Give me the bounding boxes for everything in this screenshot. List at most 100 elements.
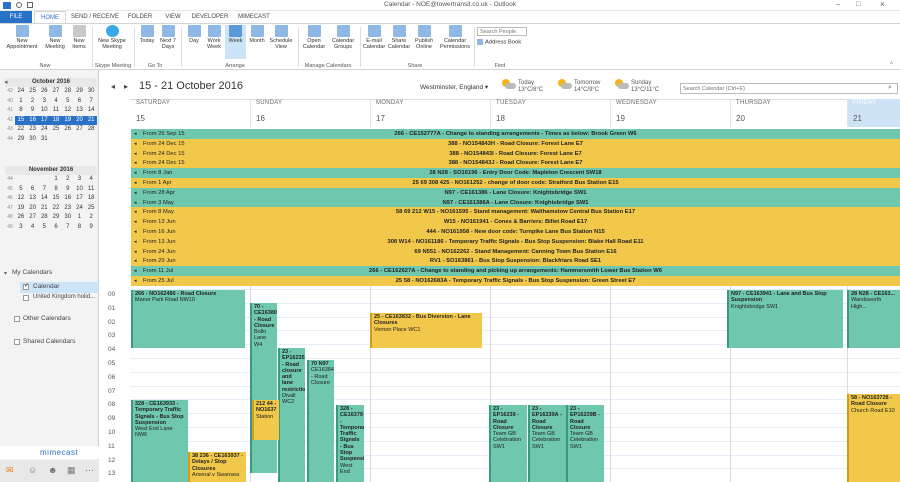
day-cell[interactable]: 9 (27, 106, 39, 116)
other-calendars-checkbox[interactable] (14, 316, 20, 322)
day-cell[interactable]: 6 (74, 97, 86, 107)
day-cell[interactable]: 4 (85, 175, 97, 185)
day-cell[interactable]: 26 (15, 213, 27, 223)
day-cell[interactable]: 4 (50, 97, 62, 107)
day-cell[interactable]: 5 (15, 185, 27, 195)
day-cell[interactable] (15, 175, 27, 185)
calendar-permissions-button[interactable]: Calendar Permissions (438, 25, 472, 50)
day-cell[interactable]: 25 (27, 87, 39, 97)
day-cell[interactable]: 20 (27, 204, 39, 214)
day-number[interactable]: 20 (736, 114, 745, 123)
day-number[interactable]: 17 (376, 114, 385, 123)
day-cell[interactable]: 22 (15, 125, 27, 135)
day-cell[interactable] (27, 175, 39, 185)
day-cell[interactable]: 10 (74, 185, 86, 195)
day-cell[interactable]: 24 (38, 125, 50, 135)
share-calendar-button[interactable]: Share Calendar (387, 25, 411, 50)
day-cell[interactable]: 7 (62, 223, 74, 233)
all-day-event[interactable]: ◂ From 24 Dec 15 388 - NO154843I - Road Cl… (131, 148, 900, 159)
day-view-button[interactable]: Day (184, 25, 204, 44)
day-header-friday[interactable]: FRIDAY (853, 100, 876, 109)
tab-home[interactable]: HOME (34, 11, 66, 23)
day-cell[interactable]: 6 (27, 185, 39, 195)
shared-calendars-checkbox[interactable] (14, 339, 20, 345)
week-view-button[interactable]: Week (225, 25, 246, 59)
all-day-event[interactable]: ◂ From 28 Apr N97 - CE161386 - Lane Closur… (131, 187, 900, 198)
all-day-event[interactable]: ◂ From 13 Jun W15 - NO161941 - Cones & Bar… (131, 217, 900, 228)
all-day-event[interactable]: ◂ From 8 Jan 28 N28 - SO16196 - Entry Door… (131, 168, 900, 179)
day-cell[interactable]: 16 (62, 194, 74, 204)
day-header-tuesday[interactable]: TUESDAY (496, 100, 526, 109)
expand-icon[interactable]: ▾ (4, 270, 7, 277)
contacts-icon[interactable]: ☻ (48, 465, 57, 475)
work-week-view-button[interactable]: Work Week (204, 25, 224, 50)
day-cell[interactable]: 21 (85, 115, 98, 125)
day-cell[interactable]: 7 (85, 97, 97, 107)
day-cell[interactable]: 8 (74, 223, 86, 233)
search-icon[interactable]: ⌕ (888, 84, 892, 92)
maximize-icon[interactable]: □ (856, 1, 860, 8)
all-day-event[interactable]: ◂ From 26 Sep 15 266 - CE152777A - Change … (131, 129, 900, 139)
day-number[interactable]: 19 (616, 114, 625, 123)
search-calendar-input[interactable] (680, 83, 898, 94)
appointment[interactable]: 58 - NO163728 - Road Closure Church Road … (847, 394, 900, 482)
day-cell[interactable]: 3 (38, 97, 50, 107)
day-cell[interactable]: 3 (74, 175, 86, 185)
day-cell[interactable]: 16 (26, 115, 39, 125)
appointment[interactable]: 23 - EP16239 - Road Closure Team GB Celeb… (489, 405, 527, 482)
day-cell[interactable]: 14 (85, 106, 97, 116)
all-day-event[interactable]: ◂ From 13 Jun 308 W14 - NO161186 - Tempora… (131, 236, 900, 247)
appointment[interactable]: 23 - EP16239B - Road Closure Team GB Cele… (566, 405, 604, 482)
uk-holidays-checkbox[interactable] (23, 295, 29, 301)
appointment[interactable]: 28 N28 - CE163... Wandsworth High... (847, 290, 900, 348)
more-icon[interactable]: ⋯ (85, 465, 94, 476)
next-week-icon[interactable]: ▸ (124, 82, 128, 91)
day-cell[interactable] (38, 175, 50, 185)
my-calendars-header[interactable]: My Calendars (12, 269, 52, 276)
day-header-monday[interactable]: MONDAY (376, 100, 404, 109)
day-cell[interactable]: 28 (38, 213, 50, 223)
day-cell[interactable]: 2 (85, 213, 97, 223)
day-cell[interactable]: 27 (50, 87, 62, 97)
day-cell[interactable]: 20 (73, 115, 86, 125)
appointment[interactable]: 38 236 - CE163937 - Delays / Stop Closur… (188, 452, 246, 482)
day-cell[interactable]: 14 (38, 194, 50, 204)
email-calendar-button[interactable]: E-mail Calendar (362, 25, 386, 50)
calendar-checkbox[interactable]: ✓ (23, 283, 29, 290)
all-day-event[interactable]: ◂ From 11 Jul 266 - CE162627A - Change to … (131, 266, 900, 277)
day-cell[interactable]: 1 (15, 97, 27, 107)
appointment[interactable]: 25 - CE163832 - Bus Diversion - Lane Clo… (370, 313, 482, 348)
day-cell[interactable]: 28 (85, 125, 97, 135)
appointment[interactable]: 23 - EP16239A - Road Closure Team GB Cele… (528, 405, 566, 482)
appointment[interactable]: 266 - NO162486 - Road Closure Manor Park … (131, 290, 245, 348)
appointment[interactable]: 70 N97 CE16384 - Road Closure (307, 360, 334, 482)
address-book-button[interactable]: Address Book (477, 39, 521, 46)
day-cell[interactable]: 10 (38, 106, 50, 116)
all-day-event[interactable]: ◂ From 29 Jun RV1 - SO163861 - Bus Stop Su… (131, 256, 900, 267)
tab-developer[interactable]: DEVELOPER (190, 11, 230, 23)
appointment[interactable]: N97 - CE163941 - Lane and Bus Stop Suspe… (727, 290, 843, 348)
day-cell[interactable] (62, 135, 74, 145)
publish-online-button[interactable]: Publish Online (412, 25, 436, 50)
day-cell[interactable]: 22 (50, 204, 62, 214)
tab-mimecast[interactable]: MIMECAST (233, 11, 275, 23)
day-cell[interactable]: 30 (85, 87, 97, 97)
close-icon[interactable]: × (880, 0, 885, 9)
minimize-icon[interactable]: – (836, 1, 840, 8)
appointment[interactable]: 328 - CE163933 - Temporary Traffic Signa… (131, 400, 188, 482)
day-cell[interactable]: 15 (50, 194, 62, 204)
prev-month-icon[interactable]: ◂ (4, 78, 8, 86)
all-day-event[interactable]: ◂ From 24 Dec 15 388 - NO154843H - Road Cl… (131, 138, 900, 149)
day-cell[interactable] (85, 135, 97, 145)
day-cell[interactable]: 17 (38, 115, 51, 125)
day-cell[interactable]: 1 (50, 175, 62, 185)
day-cell[interactable]: 25 (50, 125, 62, 135)
day-cell[interactable]: 11 (50, 106, 62, 116)
day-cell[interactable]: 8 (50, 185, 62, 195)
day-number[interactable]: 15 (136, 114, 145, 123)
day-cell[interactable]: 23 (27, 125, 39, 135)
day-header-saturday[interactable]: SATURDAY (136, 100, 170, 109)
mail-icon[interactable]: ✉ (6, 465, 14, 476)
day-cell[interactable]: 12 (15, 194, 27, 204)
today-button[interactable]: Today (136, 25, 158, 44)
